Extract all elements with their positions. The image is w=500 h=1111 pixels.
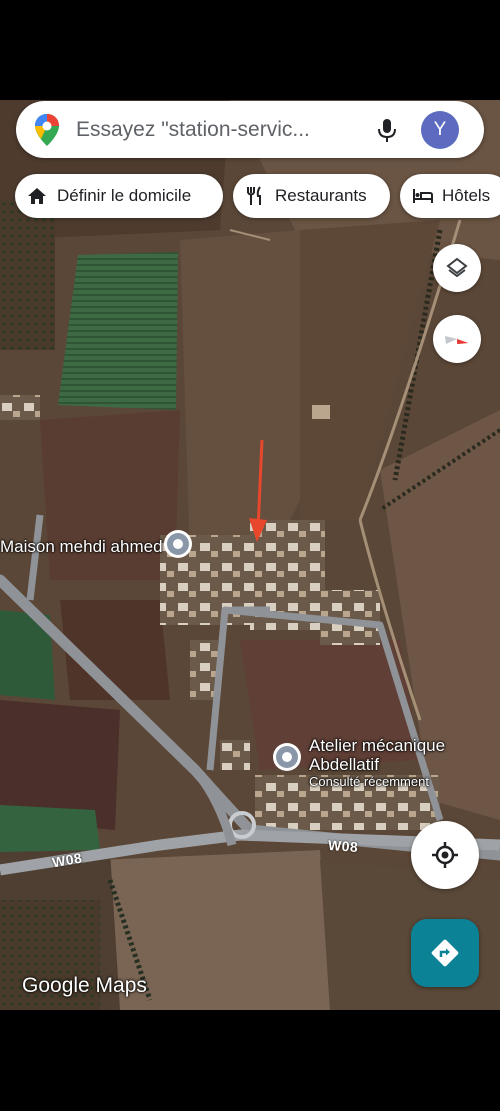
red-arrow-marker <box>249 440 267 542</box>
road-label: W08 <box>327 836 359 856</box>
place-label-maison[interactable]: Maison mehdi ahmed <box>0 537 163 556</box>
compass-button[interactable] <box>433 315 481 363</box>
building <box>312 405 330 419</box>
my-location-icon <box>432 842 458 868</box>
avatar[interactable]: Y <box>421 110 459 149</box>
chip-hotels[interactable]: Hôtels <box>400 174 500 218</box>
google-maps-logo: Google Maps <box>22 974 147 997</box>
location-pin-icon <box>167 533 189 555</box>
green-field <box>58 252 178 410</box>
my-location-button[interactable] <box>411 821 479 889</box>
orchard <box>0 200 55 350</box>
directions-icon <box>431 939 459 967</box>
chip-label: Hôtels <box>442 186 491 205</box>
search-input[interactable]: Essayez "station-servic... <box>76 118 361 142</box>
layers-icon <box>446 257 468 278</box>
buildings <box>220 740 250 770</box>
buildings <box>0 395 40 420</box>
directions-button[interactable] <box>411 919 479 987</box>
green-field <box>0 805 100 852</box>
microphone-icon[interactable] <box>375 117 399 143</box>
place-label-atelier[interactable]: Atelier mécanique Abdellatif Consulté ré… <box>309 736 445 790</box>
bed-icon <box>413 189 433 203</box>
place-name-line2: Abdellatif <box>309 755 379 774</box>
chip-restaurants[interactable]: Restaurants <box>233 174 390 218</box>
layers-button[interactable] <box>433 244 481 292</box>
place-pin[interactable] <box>164 530 192 558</box>
place-subtitle: Consulté récemment <box>309 774 429 789</box>
chip-label: Restaurants <box>275 186 367 205</box>
location-pin-icon <box>276 746 298 768</box>
buildings <box>190 640 218 700</box>
search-bar[interactable]: Essayez "station-servic... Y <box>16 101 484 158</box>
fork-knife-icon <box>247 186 261 205</box>
place-name-line1: Atelier mécanique <box>309 736 446 755</box>
home-icon <box>28 188 46 204</box>
compass-icon <box>445 336 469 345</box>
place-pin[interactable] <box>273 743 301 771</box>
place-name: Maison mehdi ahmed <box>0 537 163 556</box>
chip-label: Définir le domicile <box>57 186 192 205</box>
maps-pin-logo-icon <box>35 113 59 146</box>
chip-home[interactable]: Définir le domicile <box>15 174 223 218</box>
